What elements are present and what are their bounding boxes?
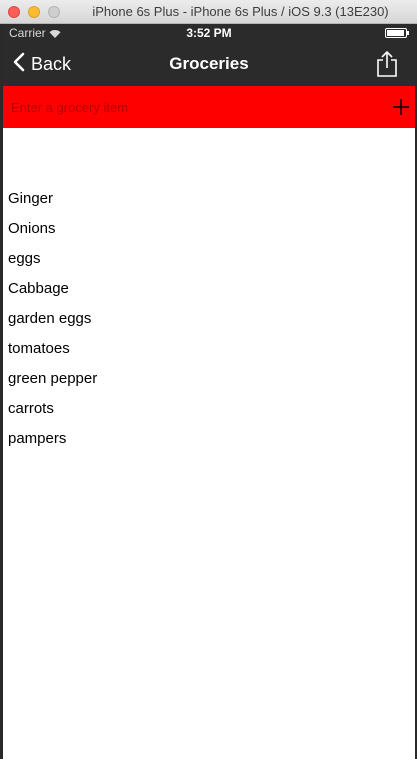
- simulator-title-bar: iPhone 6s Plus - iPhone 6s Plus / iOS 9.…: [0, 0, 417, 24]
- minimize-window-button[interactable]: [28, 6, 40, 18]
- grocery-item[interactable]: carrots: [8, 394, 408, 424]
- grocery-item[interactable]: Ginger: [8, 184, 408, 214]
- grocery-item[interactable]: Onions: [8, 214, 408, 244]
- navigation-bar: Back Groceries: [3, 42, 415, 86]
- battery-icon: [385, 28, 409, 38]
- grocery-item[interactable]: Cabbage: [8, 274, 408, 304]
- window-title: iPhone 6s Plus - iPhone 6s Plus / iOS 9.…: [92, 4, 389, 19]
- page-title: Groceries: [169, 54, 249, 73]
- status-time: 3:52 PM: [186, 26, 232, 40]
- device-frame-left: [0, 24, 3, 759]
- grocery-item[interactable]: tomatoes: [8, 334, 408, 364]
- battery-level: [387, 30, 404, 36]
- grocery-item-input[interactable]: [11, 96, 371, 118]
- share-button[interactable]: [375, 50, 399, 78]
- grocery-item[interactable]: garden eggs: [8, 304, 408, 334]
- grocery-item[interactable]: pampers: [8, 424, 408, 454]
- share-icon: [375, 51, 399, 82]
- zoom-window-button[interactable]: [48, 6, 60, 18]
- grocery-item[interactable]: eggs: [8, 244, 408, 274]
- plus-icon: [391, 99, 411, 121]
- close-window-button[interactable]: [8, 6, 20, 18]
- add-item-button[interactable]: [391, 97, 411, 117]
- grocery-entry-bar: [3, 86, 415, 128]
- grocery-list: Ginger Onions eggs Cabbage garden eggs t…: [8, 184, 408, 454]
- grocery-item[interactable]: green pepper: [8, 364, 408, 394]
- status-bar: Carrier 3:52 PM: [3, 24, 415, 42]
